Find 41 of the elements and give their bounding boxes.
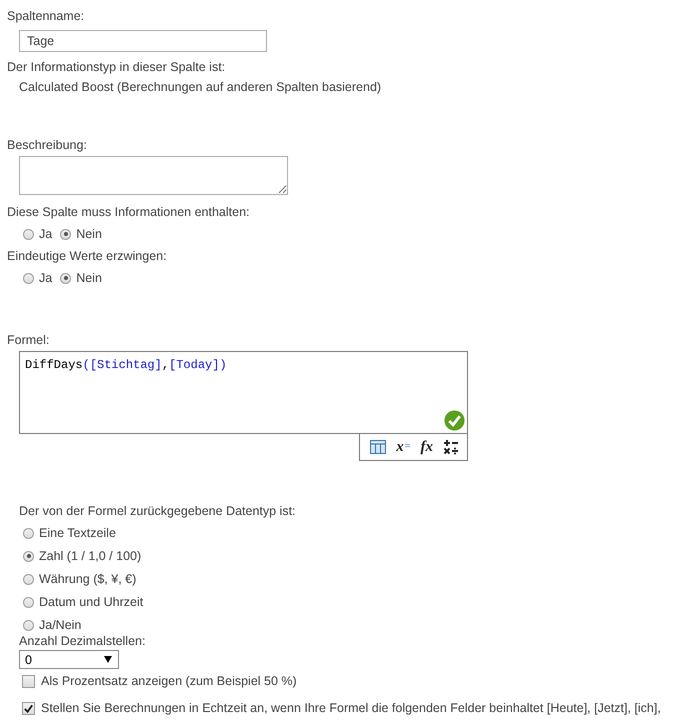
radio-button[interactable] [23, 596, 34, 608]
field-label: Spaltenname: [7, 8, 84, 24]
decimals-dropdown[interactable]: 0 [19, 650, 119, 669]
option-label: Eine Textzeile [39, 525, 116, 541]
field-label: Anzahl Dezimalstellen: [19, 633, 146, 649]
radio-button[interactable] [23, 272, 34, 284]
table-icon[interactable] [370, 440, 386, 454]
checkbox[interactable] [22, 702, 35, 714]
option-label: Währung ($, ¥, €) [39, 571, 136, 587]
field-label: Beschreibung: [7, 137, 87, 153]
radio-button[interactable] [60, 272, 72, 284]
radio-button[interactable] [23, 620, 34, 630]
checkbox-label: Stellen Sie Berechnungen in Echtzeit an, wenn Ihre Formel die folgenden Felder beinhaltet [Heute], [Jetzt], [ich], [41, 700, 661, 716]
field-label: Formel: [7, 332, 50, 348]
type-value: Calculated Boost (Berechnungen auf anderen Spalten basierend) [19, 79, 382, 95]
operators-icon[interactable] [443, 438, 459, 454]
option-label: Ja/Nein [39, 617, 82, 633]
option-label: Nein [76, 226, 102, 242]
radio-button[interactable] [23, 528, 34, 538]
description-field[interactable] [19, 156, 288, 195]
checkbox-label: Als Prozentsatz anzeigen (zum Beispiel 50 %) [41, 673, 297, 689]
field-label: Der Informationstyp in dieser Spalte ist: [7, 59, 226, 75]
option-label: Nein [76, 270, 102, 286]
option-label: Ja [39, 270, 52, 286]
radio-button[interactable] [23, 550, 34, 562]
field-label: Der von der Formel zurückgegebene Datentyp ist: [19, 503, 296, 519]
field-label: Eindeutige Werte erzwingen: [7, 248, 167, 264]
checkbox[interactable] [22, 674, 35, 688]
formula-text: DiffDays([Stichtag],[Today]) [24, 357, 228, 374]
formula-editor[interactable]: DiffDays([Stichtag],[Today]) [19, 351, 468, 434]
dropdown-arrow-icon [104, 656, 112, 663]
field-label: Diese Spalte muss Informationen enthalten: [7, 204, 250, 220]
radio-button[interactable] [23, 574, 34, 584]
radio-button[interactable] [60, 228, 72, 240]
function-button[interactable]: fx [420, 438, 433, 454]
column-name-field[interactable]: Tage [19, 30, 267, 52]
option-label: Datum und Uhrzeit [39, 594, 144, 610]
function-button[interactable]: x= [396, 438, 410, 454]
option-label: Zahl (1 / 1,0 / 100) [39, 548, 142, 564]
option-label: Ja [39, 226, 52, 242]
radio-button[interactable] [23, 228, 34, 240]
